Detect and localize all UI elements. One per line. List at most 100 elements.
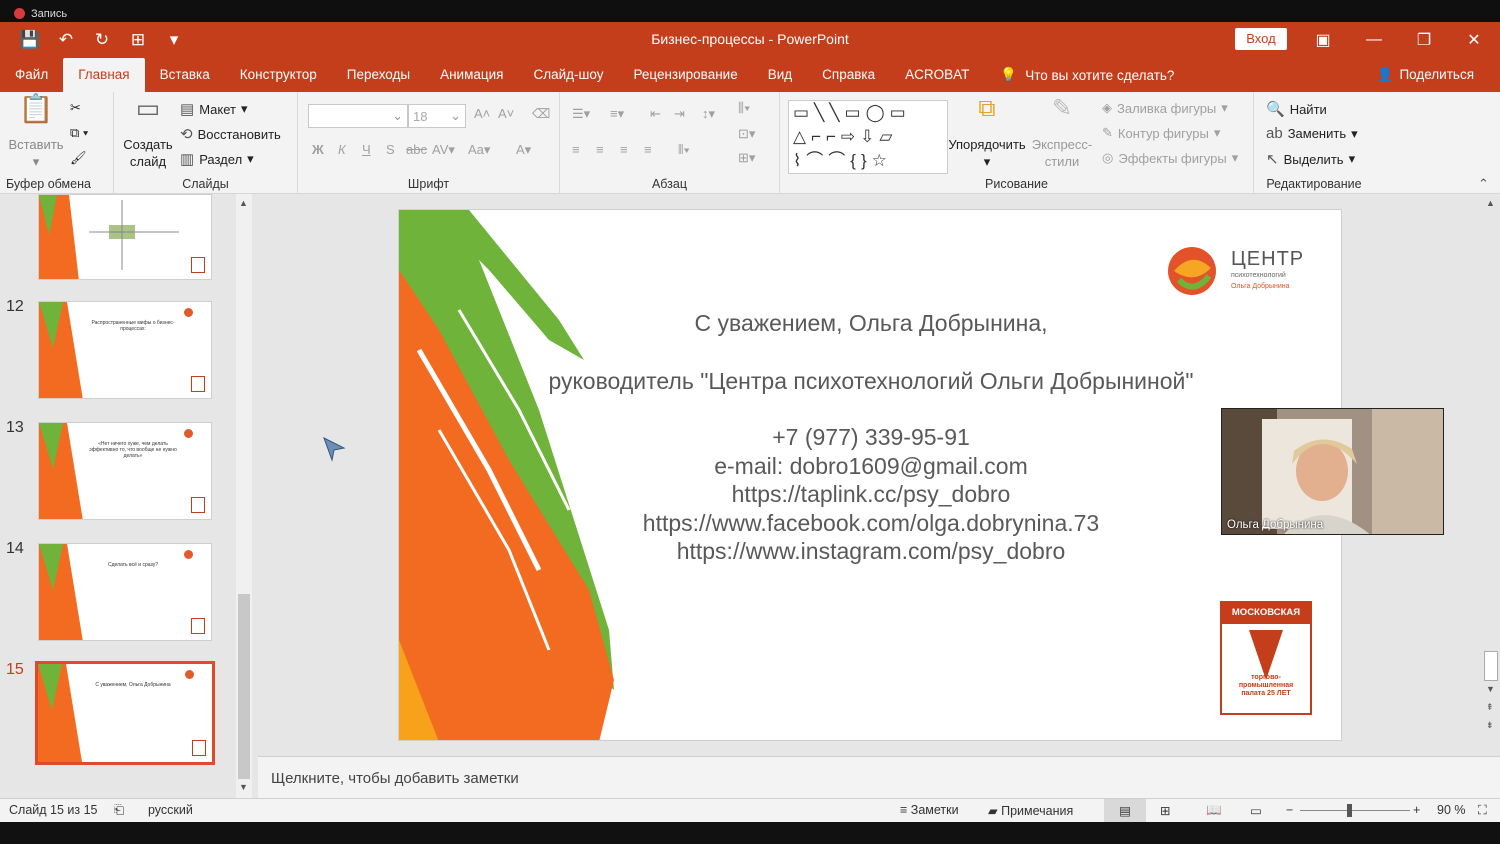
quick-styles-button[interactable]: ✎ Экспресс- стили	[1028, 97, 1096, 170]
change-case-icon[interactable]: Aa▾	[468, 142, 490, 158]
present-icon[interactable]: ⊞	[122, 26, 154, 54]
scroll-thumb[interactable]	[1484, 651, 1498, 681]
previous-slide-icon[interactable]: ⇞	[1486, 702, 1494, 713]
justify-icon[interactable]: ≡	[644, 142, 652, 157]
increase-indent-icon[interactable]: ⇥	[674, 106, 685, 122]
shape-effects-button[interactable]: ◎ Эффекты фигуры ▾	[1102, 150, 1238, 166]
bold-icon[interactable]: Ж	[312, 142, 324, 157]
shapes-gallery[interactable]: ▭╲╲▭◯▭ △⌐⌐⇨⇩▱ ⌇⌒⌒{}☆	[788, 100, 948, 174]
smartart-icon[interactable]: ⊞▾	[738, 150, 755, 166]
align-left-icon[interactable]: ≡	[572, 142, 580, 157]
tab-review[interactable]: Рецензирование	[618, 58, 752, 92]
zoom-out-icon[interactable]: −	[1286, 803, 1293, 817]
tab-animations[interactable]: Анимация	[425, 58, 518, 92]
shape-effects-label: Эффекты фигуры	[1118, 150, 1227, 166]
tab-help[interactable]: Справка	[807, 58, 890, 92]
shape-fill-button[interactable]: ◈ Заливка фигуры ▾	[1102, 100, 1228, 116]
decrease-indent-icon[interactable]: ⇤	[650, 106, 661, 122]
shape-outline-button[interactable]: ✎ Контур фигуры ▾	[1102, 125, 1220, 141]
shrink-font-icon[interactable]: A˅	[498, 106, 514, 121]
tab-slideshow[interactable]: Слайд-шоу	[518, 58, 618, 92]
zoom-slider-thumb[interactable]	[1347, 804, 1352, 817]
tab-acrobat[interactable]: ACROBAT	[890, 58, 984, 92]
language-label[interactable]: русский	[148, 803, 193, 817]
slide-thumbnail[interactable]: «Нет ничего хуже, чем делать эффективно …	[38, 422, 212, 520]
minimize-icon[interactable]: —	[1351, 22, 1397, 58]
scroll-up-icon[interactable]: ▲	[1486, 198, 1495, 208]
slide-sorter-icon[interactable]: ⊞	[1160, 803, 1170, 818]
format-painter-icon[interactable]: 🖌	[70, 150, 87, 166]
ribbon-display-icon[interactable]: ▣	[1300, 22, 1346, 58]
font-color-icon[interactable]: A▾	[516, 142, 531, 158]
slide-thumbnail[interactable]: Сделать всё и сразу?	[38, 543, 212, 641]
grow-font-icon[interactable]: A˄	[474, 106, 490, 121]
font-size-select[interactable]: 18 ⌄	[408, 104, 466, 128]
italic-icon[interactable]: К	[338, 142, 346, 157]
login-button[interactable]: Вход	[1235, 28, 1287, 50]
slideshow-view-icon[interactable]: ▭	[1250, 803, 1262, 818]
restore-icon[interactable]: ❐	[1401, 22, 1447, 58]
find-button[interactable]: 🔍 Найти	[1266, 100, 1327, 118]
notes-pane[interactable]: Щелкните, чтобы добавить заметки	[258, 756, 1500, 798]
collapse-ribbon-icon[interactable]: ⌃	[1478, 176, 1489, 192]
text-direction-icon[interactable]: ⫼▾	[738, 100, 750, 116]
customize-qat-icon[interactable]: ▾	[158, 26, 190, 54]
group-drawing: ▭╲╲▭◯▭ △⌐⌐⇨⇩▱ ⌇⌒⌒{}☆ ⧉ Упорядочить ▾ ✎ Экс…	[780, 92, 1254, 194]
layout-button[interactable]: ▤ Макет ▾	[180, 100, 248, 118]
align-center-icon[interactable]: ≡	[596, 142, 604, 157]
comments-toggle[interactable]: ▰ Примечания	[988, 803, 1073, 818]
section-button[interactable]: ▥ Раздел ▾	[180, 150, 254, 168]
scroll-down-icon[interactable]: ▼	[1486, 684, 1495, 694]
slide-thumbnail[interactable]	[38, 194, 212, 280]
clear-format-icon[interactable]: ⌫	[532, 106, 550, 122]
tab-view[interactable]: Вид	[753, 58, 807, 92]
align-right-icon[interactable]: ≡	[620, 142, 628, 157]
zoom-in-icon[interactable]: +	[1413, 803, 1420, 817]
zoom-level[interactable]: 90 %	[1437, 803, 1466, 817]
save-icon[interactable]: 💾	[14, 26, 46, 54]
strikethrough-icon[interactable]: abc	[406, 142, 427, 157]
shadow-icon[interactable]: S	[386, 142, 395, 157]
bullets-icon[interactable]: ☰▾	[572, 106, 590, 122]
normal-view-icon[interactable]: ▤	[1104, 799, 1146, 822]
tell-me-box[interactable]: 💡 Что вы хотите сделать?	[1000, 58, 1174, 92]
font-name-select[interactable]: ⌄	[308, 104, 408, 128]
close-icon[interactable]: ✕	[1451, 22, 1497, 58]
reading-view-icon[interactable]: 📖	[1206, 803, 1222, 818]
reset-button[interactable]: ⟲ Восстановить	[180, 125, 281, 143]
cut-icon[interactable]: ✂	[70, 100, 81, 116]
underline-icon[interactable]: Ч	[362, 142, 371, 157]
paste-button[interactable]: 📋 Вставить ▾	[8, 95, 64, 170]
align-text-icon[interactable]: ⊡▾	[738, 126, 755, 142]
zoom-slider[interactable]	[1300, 810, 1410, 811]
tab-home[interactable]: Главная	[63, 58, 145, 92]
slide-canvas[interactable]: ЦЕНТР психотехнологий Ольга Добрынина С …	[398, 209, 1342, 741]
slide-thumbnail-selected[interactable]: С уважением, Ольга Добрынина	[35, 661, 215, 765]
copy-icon[interactable]: ⧉ ▾	[70, 125, 88, 141]
scroll-down-icon[interactable]: ▼	[239, 782, 248, 792]
line-spacing-icon[interactable]: ↕▾	[702, 106, 715, 122]
share-button[interactable]: 👤 Поделиться	[1377, 58, 1474, 92]
slide-thumbnail[interactable]: Распространенные мифы о бизнес-процессах…	[38, 301, 212, 399]
new-slide-button[interactable]: ▭ Создать слайд	[120, 95, 176, 170]
redo-icon[interactable]: ↻	[86, 26, 118, 54]
spacing-icon[interactable]: AV▾	[432, 142, 455, 158]
select-button[interactable]: ↖ Выделить ▾	[1266, 150, 1355, 168]
tab-transitions[interactable]: Переходы	[332, 58, 425, 92]
notes-toggle[interactable]: ≡ Заметки	[900, 803, 959, 817]
scroll-up-icon[interactable]: ▲	[239, 198, 248, 208]
scroll-thumb[interactable]	[238, 594, 250, 779]
arrange-button[interactable]: ⧉ Упорядочить ▾	[946, 97, 1028, 170]
columns-icon[interactable]: ⫴▾	[678, 142, 690, 158]
thumbnails-scrollbar[interactable]: ▲ ▼	[236, 194, 252, 798]
tab-insert[interactable]: Вставка	[145, 58, 225, 92]
numbering-icon[interactable]: ≡▾	[610, 106, 624, 122]
next-slide-icon[interactable]: ⇟	[1486, 720, 1494, 731]
accessibility-icon[interactable]: ⎗	[114, 803, 124, 818]
undo-icon[interactable]: ↶	[50, 26, 82, 54]
fit-slide-icon[interactable]: ⛶	[1478, 803, 1487, 818]
tab-file[interactable]: Файл	[0, 58, 63, 92]
tab-design[interactable]: Конструктор	[225, 58, 332, 92]
replace-button[interactable]: ab Заменить ▾	[1266, 125, 1358, 142]
editor-scrollbar[interactable]: ▲ ▼ ⇞ ⇟	[1483, 196, 1499, 736]
